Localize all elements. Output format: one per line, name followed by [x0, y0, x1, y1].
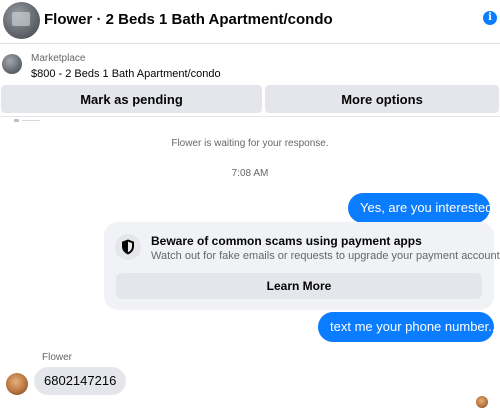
incoming-message[interactable]: 6802147216	[34, 367, 127, 395]
listing-price-title[interactable]: $800 - 2 Beds 1 Bath Apartment/condo	[31, 68, 221, 80]
sender-avatar[interactable]	[6, 373, 28, 395]
divider	[0, 116, 500, 117]
info-icon[interactable]: i	[483, 11, 497, 25]
read-receipt-avatar	[476, 396, 488, 408]
warning-description: Watch out for fake emails or requests to…	[151, 250, 500, 262]
marketplace-label: Marketplace	[31, 53, 86, 64]
learn-more-button[interactable]: Learn More	[116, 273, 482, 299]
marketplace-listing-bar[interactable]: Marketplace $800 - 2 Beds 1 Bath Apartme…	[0, 45, 500, 85]
scam-warning-card: Beware of common scams using payment app…	[104, 222, 500, 310]
sender-name: Flower	[42, 352, 73, 363]
warning-title: Beware of common scams using payment app…	[151, 234, 422, 248]
waiting-status: Flower is waiting for your response.	[171, 138, 329, 149]
chat-title[interactable]: Flower · 2 Beds 1 Bath Apartment/condo	[44, 11, 333, 28]
scrolled-content-edge-line	[22, 120, 40, 121]
more-options-button[interactable]: More options	[265, 85, 499, 113]
message-timestamp: 7:08 AM	[231, 168, 269, 179]
outgoing-message[interactable]: text me your phone number...	[318, 312, 499, 342]
mark-as-pending-button[interactable]: Mark as pending	[1, 85, 262, 113]
outgoing-message[interactable]: Yes, are you interested?	[348, 193, 500, 223]
chat-header: Flower · 2 Beds 1 Bath Apartment/condo i	[0, 0, 500, 44]
listing-avatar[interactable]	[3, 2, 40, 39]
shield-icon	[115, 234, 141, 260]
listing-thumbnail[interactable]	[2, 54, 22, 74]
scrolled-content-edge	[14, 119, 19, 122]
